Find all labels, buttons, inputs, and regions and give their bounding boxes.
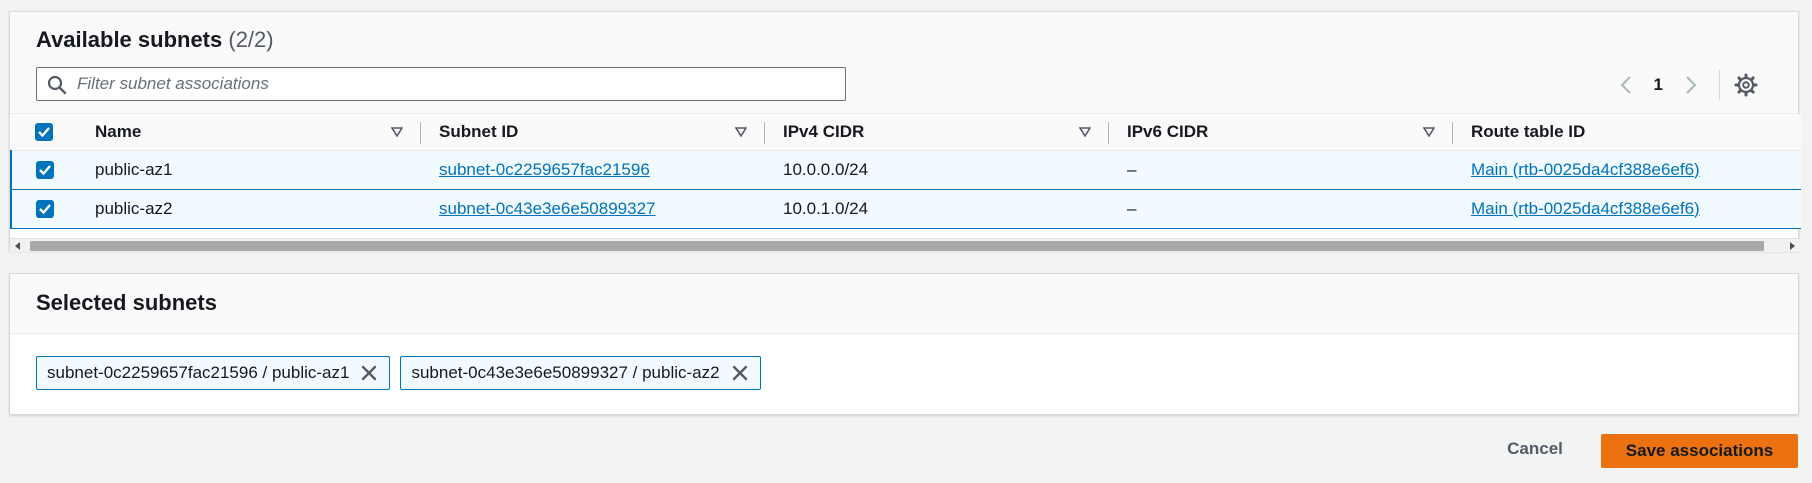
column-header-label: Route table ID (1471, 121, 1586, 141)
available-subnets-panel: Available subnets (2/2) 1 (9, 11, 1801, 252)
row-select-cell[interactable] (10, 188, 77, 229)
cell-ipv4-cidr: 10.0.0.0/24 (765, 149, 1109, 190)
column-header-name[interactable]: Name (77, 114, 421, 151)
select-all-checkbox[interactable] (35, 123, 53, 142)
route-table-link[interactable]: Main (rtb-0025da4cf388e6ef6) (1471, 199, 1700, 218)
cell-route-table-id: Main (rtb-0025da4cf388e6ef6) (1453, 188, 1801, 229)
cell-ipv4-cidr: 10.0.1.0/24 (765, 188, 1109, 229)
selected-subnets-header: Selected subnets (10, 274, 1798, 334)
table-row[interactable]: public-az1 subnet-0c2259657fac21596 10.0… (10, 149, 1801, 190)
column-header-ipv6-cidr[interactable]: IPv6 CIDR (1109, 114, 1453, 151)
sort-caret-icon[interactable] (1079, 127, 1091, 137)
subnet-id-link[interactable]: subnet-0c2259657fac21596 (439, 160, 650, 179)
selected-token-group: subnet-0c2259657fac21596 / public-az1 su… (36, 356, 761, 390)
row-checkbox[interactable] (35, 161, 54, 180)
close-icon[interactable] (730, 363, 750, 383)
current-page-number[interactable]: 1 (1654, 75, 1663, 95)
sort-caret-icon[interactable] (735, 127, 747, 137)
table-header-row: Name Subnet ID IPv4 CIDR IPv6 CIDR Route… (11, 114, 1801, 151)
cell-subnet-id: subnet-0c2259657fac21596 (421, 149, 765, 190)
previous-page-chevron-icon[interactable] (1614, 73, 1638, 97)
column-header-subnet-id[interactable]: Subnet ID (421, 114, 765, 151)
available-subnets-title: Available subnets (2/2) (36, 27, 274, 53)
gear-icon[interactable] (1734, 73, 1758, 97)
table-row[interactable]: public-az2 subnet-0c43e3e6e50899327 10.0… (10, 188, 1801, 229)
scroll-right-arrow-icon[interactable] (1788, 242, 1796, 250)
column-header-label: IPv4 CIDR (783, 121, 865, 141)
available-subnets-header: Available subnets (2/2) 1 (10, 12, 1798, 114)
cell-ipv6-cidr: – (1109, 188, 1453, 229)
scroll-left-arrow-icon[interactable] (14, 242, 22, 250)
column-header-ipv4-cidr[interactable]: IPv4 CIDR (765, 114, 1109, 151)
horizontal-scrollbar[interactable] (10, 238, 1800, 252)
pagination: 1 (1614, 70, 1758, 100)
cell-name: public-az1 (77, 149, 421, 190)
next-page-chevron-icon[interactable] (1679, 73, 1703, 97)
search-icon (47, 75, 67, 95)
select-all-header[interactable] (11, 114, 77, 151)
column-header-label: Subnet ID (439, 121, 519, 141)
cancel-button[interactable]: Cancel (1490, 432, 1580, 466)
filter-input[interactable] (77, 72, 837, 96)
cell-ipv6-cidr: – (1109, 149, 1453, 190)
scrollbar-thumb[interactable] (30, 241, 1764, 251)
subnets-table: Name Subnet ID IPv4 CIDR IPv6 CIDR Route… (10, 114, 1801, 229)
close-icon[interactable] (359, 363, 379, 383)
sort-caret-icon[interactable] (391, 127, 403, 137)
pager-divider (1719, 70, 1720, 100)
selected-subnets-panel: Selected subnets subnet-0c2259657fac2159… (9, 273, 1799, 415)
token-label: subnet-0c43e3e6e50899327 / public-az2 (411, 363, 720, 382)
selected-subnet-token: subnet-0c43e3e6e50899327 / public-az2 (400, 356, 761, 390)
selected-subnet-token: subnet-0c2259657fac21596 / public-az1 (36, 356, 391, 390)
row-checkbox[interactable] (35, 200, 54, 219)
column-header-label: Name (95, 121, 142, 141)
column-header-route-table-id[interactable]: Route table ID (1453, 114, 1801, 151)
sort-caret-icon[interactable] (1423, 127, 1435, 137)
cell-route-table-id: Main (rtb-0025da4cf388e6ef6) (1453, 149, 1801, 190)
available-subnets-count: (2/2) (228, 27, 274, 52)
cell-name: public-az2 (77, 188, 421, 229)
save-associations-button[interactable]: Save associations (1601, 434, 1798, 468)
route-table-link[interactable]: Main (rtb-0025da4cf388e6ef6) (1471, 160, 1700, 179)
subnet-id-link[interactable]: subnet-0c43e3e6e50899327 (439, 199, 655, 218)
token-label: subnet-0c2259657fac21596 / public-az1 (47, 363, 350, 382)
cell-subnet-id: subnet-0c43e3e6e50899327 (421, 188, 765, 229)
filter-search-box[interactable] (36, 67, 846, 101)
column-header-label: IPv6 CIDR (1127, 121, 1209, 141)
available-subnets-title-text: Available subnets (36, 27, 223, 52)
selected-subnets-title: Selected subnets (36, 290, 217, 315)
row-select-cell[interactable] (10, 149, 77, 190)
